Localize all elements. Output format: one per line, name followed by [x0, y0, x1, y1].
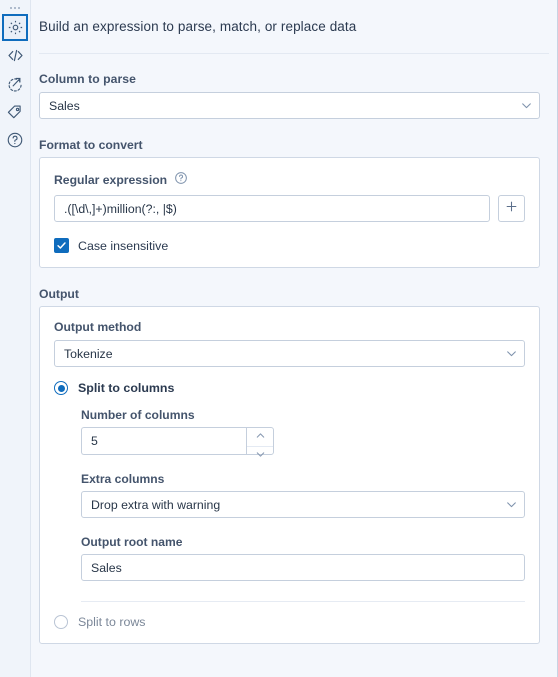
rail-item-settings[interactable]	[2, 14, 28, 41]
split-to-columns-label: Split to columns	[78, 381, 175, 395]
case-insensitive-row[interactable]: Case insensitive	[54, 238, 525, 253]
chevron-down-icon	[498, 347, 524, 360]
extra-columns-value: Drop extra with warning	[91, 497, 221, 512]
chevron-down-icon	[255, 447, 266, 465]
grip-handle-icon[interactable]	[6, 3, 24, 12]
icon-rail	[0, 0, 31, 677]
split-to-columns-options: Number of columns 5 Extra columns Drop e…	[81, 408, 525, 602]
gear-icon	[7, 19, 24, 36]
chevron-up-icon	[255, 428, 266, 446]
regular-expression-label: Regular expression	[54, 172, 168, 187]
add-expression-button[interactable]	[498, 195, 525, 222]
regular-expression-value: .([\d\,]+)million(?:, |$)	[64, 201, 177, 216]
output-label: Output	[39, 287, 79, 301]
stepper-up-button[interactable]	[247, 428, 273, 447]
rail-item-refresh[interactable]	[2, 70, 28, 97]
format-to-convert-label: Format to convert	[39, 138, 143, 152]
number-of-columns-label: Number of columns	[81, 408, 195, 422]
column-to-parse-label: Column to parse	[39, 72, 136, 86]
output-method-label: Output method	[54, 320, 142, 334]
rail-item-help[interactable]	[2, 126, 28, 153]
rail-item-tag[interactable]	[2, 98, 28, 125]
column-to-parse-value: Sales	[49, 98, 80, 113]
regular-expression-input[interactable]: .([\d\,]+)million(?:, |$)	[54, 195, 490, 222]
regex-builder-panel: Build an expression to parse, match, or …	[0, 0, 558, 677]
output-root-name-input[interactable]: Sales	[81, 554, 525, 581]
regular-expression-label-row: Regular expression	[54, 171, 525, 188]
plus-icon	[504, 199, 519, 219]
code-brackets-icon	[6, 46, 25, 65]
panel-body: Column to parse Sales Format to convert …	[31, 72, 557, 644]
case-insensitive-label: Case insensitive	[78, 238, 169, 253]
split-to-rows-radio[interactable]	[54, 615, 68, 629]
help-question-icon	[6, 131, 24, 149]
regular-expression-row: .([\d\,]+)million(?:, |$)	[54, 195, 525, 222]
chevron-down-icon	[498, 498, 524, 511]
column-to-parse-select[interactable]: Sales	[39, 92, 540, 119]
number-of-columns-value[interactable]: 5	[81, 427, 246, 455]
extra-columns-select[interactable]: Drop extra with warning	[81, 491, 525, 518]
extra-columns-label: Extra columns	[81, 472, 165, 486]
output-method-value: Tokenize	[64, 346, 113, 361]
output-method-select[interactable]: Tokenize	[54, 340, 525, 367]
help-question-icon[interactable]	[174, 171, 188, 188]
chevron-down-icon	[513, 99, 539, 112]
split-to-columns-radio[interactable]	[54, 381, 68, 395]
output-card: Output method Tokenize Split to columns	[39, 306, 540, 644]
stepper-down-button[interactable]	[247, 447, 273, 465]
number-of-columns-stepper[interactable]: 5	[81, 427, 274, 457]
main-panel: Build an expression to parse, match, or …	[31, 0, 558, 677]
page-title: Build an expression to parse, match, or …	[39, 19, 357, 34]
header-divider	[39, 53, 549, 54]
split-to-columns-radio-row[interactable]: Split to columns	[54, 381, 525, 395]
split-to-rows-radio-row[interactable]: Split to rows	[54, 615, 525, 629]
refresh-arrow-icon	[6, 75, 24, 93]
tag-icon	[6, 103, 24, 121]
output-root-name-value: Sales	[91, 560, 122, 575]
split-to-rows-label: Split to rows	[78, 615, 146, 629]
options-divider	[81, 601, 525, 602]
rail-item-code[interactable]	[2, 42, 28, 69]
output-root-name-label: Output root name	[81, 535, 183, 549]
stepper-buttons	[246, 427, 274, 457]
case-insensitive-checkbox[interactable]	[54, 238, 69, 253]
format-to-convert-card: Regular expression .([\d\,]+)million(?:,…	[39, 157, 540, 268]
